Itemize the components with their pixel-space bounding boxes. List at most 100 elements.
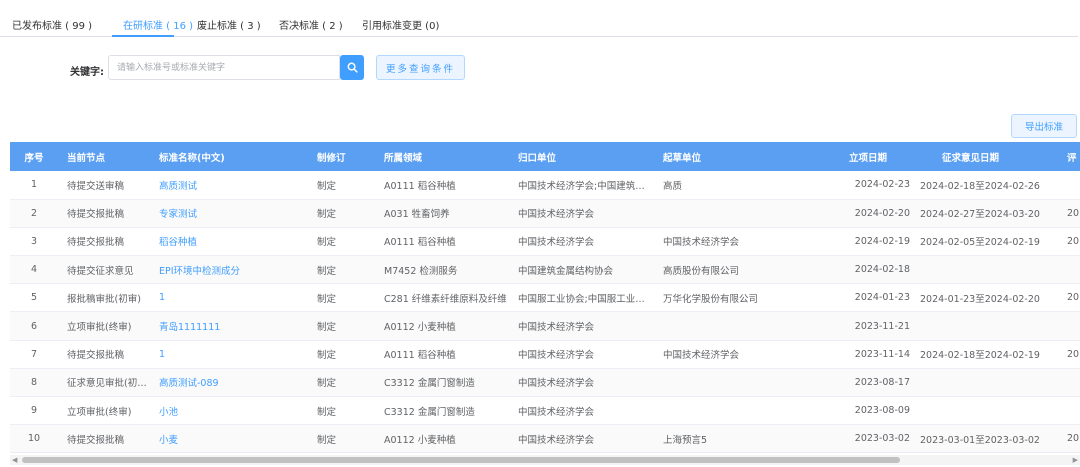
row-index: 8 [30,376,38,388]
standard-name-link[interactable]: 专家测试 [150,199,308,227]
revision-type: 制定 [317,209,337,221]
table-row[interactable]: 4 待提交征求意见 EPI环境中检测成分 制定 M7452 检测服务 中国建筑金属结构协会… [10,255,1080,284]
standard-name-link[interactable]: 稻谷种植 [150,227,308,255]
responsible-unit: 中国技术经济学会 [518,378,595,390]
field: A0111 稻谷种植 [384,350,456,362]
table-row[interactable]: 10 待提交报批稿 小麦 制定 A0112 小麦种植 中国技术经济学会 上海预言5 2023-… [10,424,1080,453]
horizontal-scrollbar[interactable]: ◀ ▶ [10,455,1080,465]
responsible-unit: 中国技术经济学会;中国建筑金属结构协会 [518,180,654,192]
drafting-unit: 上海预言5 [663,434,708,446]
field: C3312 金属门窗制造 [384,378,475,390]
tab-published[interactable]: 已发布标准 ( 99 ) [12,17,92,32]
table-row[interactable]: 3 待提交报批稿 稻谷种植 制定 A0111 稻谷种植 中国技术经济学会 中国技术经济学会 2… [10,227,1080,256]
review-date [1055,397,1080,425]
responsible-unit: 中国技术经济学会 [518,350,595,362]
drafting-unit: 万华化学股份有限公司 [663,293,759,305]
tab-rejected[interactable]: 否决标准 ( 2 ) [279,17,343,32]
tab-abolished[interactable]: 废止标准 ( 3 ) [197,17,261,32]
field: A0112 小麦种植 [384,434,456,446]
column-header: 立项日期 [849,152,888,164]
field: C3312 金属门窗制造 [384,406,475,418]
drafting-unit [654,397,840,425]
row-index: 1 [30,179,38,191]
review-date [1055,256,1080,284]
revision-type: 制定 [317,322,337,334]
project-date: 2024-02-18 [854,264,910,276]
more-query-conditions-button[interactable]: 更多查询条件 [376,55,465,80]
scroll-right-icon[interactable]: ▶ [1073,456,1078,464]
column-header: 归口单位 [518,152,557,164]
standard-name-link[interactable]: 1 [150,340,308,368]
table-row[interactable]: 8 征求意见审批(初审) 高质测试-089 制定 C3312 金属门窗制造 中国技术经济学… [10,368,1080,397]
row-index: 3 [30,235,38,247]
table-row[interactable]: 5 报批稿审批(初审) 1 制定 C281 纤维素纤维原料及纤维 中国服工业协会;中国服工… [10,284,1080,312]
field: A0111 稻谷种植 [384,180,456,192]
table-header-row: 序号 当前节点 标准名称(中文) 制修订 所属领域 归口单位 起草单位 立项日期… [10,142,1080,171]
column-header: 评 [1067,152,1077,164]
table-row[interactable]: 9 立项审批(终审) 小池 制定 C3312 金属门窗制造 中国技术经济学会 2023-08… [10,397,1080,425]
current-node: 待提交报批稿 [67,350,125,362]
project-date: 2024-02-19 [854,235,910,247]
keyword-label: 关键字: [70,67,104,78]
standard-name-link[interactable]: 小麦 [150,425,308,453]
drafting-unit [654,199,840,227]
standard-name-link[interactable]: 1 [150,284,308,312]
standard-name-link[interactable]: EPI环境中检测成分 [150,256,308,284]
standard-name-link[interactable]: 高质测试 [150,171,308,199]
current-node: 待提交报批稿 [67,209,125,221]
standard-name-link[interactable]: 小池 [150,397,308,425]
revision-type: 制定 [317,293,337,305]
responsible-unit: 中国建筑金属结构协会 [518,265,614,277]
scrollbar-thumb[interactable] [22,457,900,463]
comment-period [910,397,1055,425]
current-node: 立项审批(终审) [67,322,132,334]
field: A0111 稻谷种植 [384,237,456,249]
table-row[interactable]: 7 待提交报批稿 1 制定 A0111 稻谷种植 中国技术经济学会 中国技术经济学会 2023… [10,340,1080,369]
review-date: 20 [1067,292,1080,304]
review-date [1055,368,1080,396]
revision-type: 制定 [317,378,337,390]
drafting-unit [654,368,840,396]
comment-period: 2024-02-27至2024-03-20 [920,209,1040,221]
column-header: 起草单位 [663,152,702,164]
current-node: 待提交征求意见 [67,265,134,277]
review-date: 20 [1067,207,1080,219]
column-header: 所属领域 [384,152,423,164]
project-date: 2023-11-21 [854,320,910,332]
search-button[interactable] [340,55,364,80]
responsible-unit: 中国技术经济学会 [518,322,595,334]
standard-name-link[interactable]: 青岛1111111 [150,312,308,340]
current-node: 待提交送审稿 [67,180,125,192]
table-row[interactable]: 2 待提交报批稿 专家测试 制定 A031 牲畜饲养 中国技术经济学会 2024-02-20… [10,199,1080,228]
project-date: 2024-02-23 [854,179,910,191]
row-index: 9 [30,405,38,417]
current-node: 立项审批(终审) [67,406,132,418]
revision-type: 制定 [317,180,337,192]
review-date: 20 [1067,433,1080,445]
tab-reference-changes[interactable]: 引用标准变更 (0) [362,17,439,32]
scroll-left-icon[interactable]: ◀ [12,456,17,464]
tab-in-research[interactable]: 在研标准 ( 16 ) [123,17,193,32]
row-index: 7 [30,348,38,360]
responsible-unit: 中国服工业协会;中国服工业协会 [518,293,654,305]
project-date: 2024-02-20 [854,207,910,219]
drafting-unit: 中国技术经济学会 [663,237,740,249]
review-date: 20 [1067,235,1080,247]
responsible-unit: 中国技术经济学会 [518,237,595,249]
standard-name-link[interactable]: 高质测试-089 [150,368,308,396]
table-row[interactable]: 1 待提交送审稿 高质测试制定 A0111 稻谷种植 中国技术经济学会;中国建筑金属结构… [10,171,1080,200]
column-header: 征求意见日期 [942,152,1000,164]
project-date: 2023-03-02 [854,433,910,445]
search-icon [347,62,358,73]
revision-type: 制定 [317,434,337,446]
row-index: 5 [30,292,38,304]
table-row[interactable]: 6 立项审批(终审) 青岛1111111 制定 A0112 小麦种植 中国技术经济学会 20… [10,311,1080,341]
field: A031 牲畜饲养 [384,209,450,221]
keyword-search-input[interactable] [108,55,340,80]
column-header: 序号 [24,152,44,164]
row-index: 4 [30,264,38,276]
current-node: 征求意见审批(初审) [67,378,150,390]
comment-period: 2024-02-05至2024-02-19 [920,237,1040,249]
export-standards-button[interactable]: 导出标准 [1011,114,1077,138]
review-date: 20 [1067,348,1080,360]
